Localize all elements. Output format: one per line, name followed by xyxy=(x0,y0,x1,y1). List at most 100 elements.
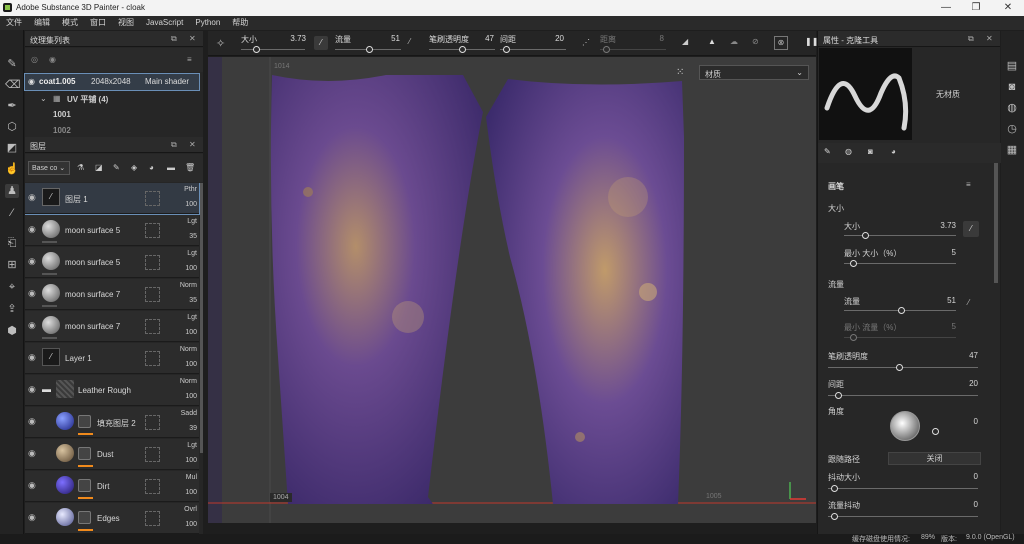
jitter-size-slider[interactable] xyxy=(828,488,978,489)
layer-name[interactable]: moon surface 5 xyxy=(65,226,120,235)
mask-slot[interactable] xyxy=(145,479,160,494)
uv-tile-1001[interactable]: 1001 xyxy=(53,110,71,119)
blend-mode[interactable]: Pthr xyxy=(169,186,197,193)
lazy-mouse-icon[interactable]: ✧ xyxy=(216,37,225,50)
opacity-value[interactable]: 100 xyxy=(169,489,197,496)
chevron-down-icon[interactable]: ⌄ xyxy=(40,94,47,103)
mask-thumbnail[interactable] xyxy=(78,447,91,460)
mask-thumbnail[interactable] xyxy=(78,415,91,428)
eye-icon[interactable]: ◉ xyxy=(28,448,36,459)
opacity-value[interactable]: 100 xyxy=(169,201,197,208)
opacity-value[interactable]: 100 xyxy=(169,521,197,528)
tab-brush-icon[interactable]: ✎ xyxy=(824,147,831,156)
float-panel-icon[interactable]: ⧉ xyxy=(968,34,974,44)
transform-icon[interactable]: ⊞ xyxy=(5,258,19,272)
maximize-button[interactable]: ❐ xyxy=(962,1,990,14)
mask-slot[interactable] xyxy=(145,447,160,462)
stroke-opacity-slider[interactable] xyxy=(828,367,978,368)
angle-value[interactable]: 0 xyxy=(948,417,978,426)
viewport-2d[interactable]: 1014 1004 1005 ⁙ 材质 ⌄ xyxy=(208,57,816,523)
mask-thumbnail[interactable] xyxy=(78,511,91,524)
mask-slot[interactable] xyxy=(145,191,160,206)
view-options-icon[interactable]: ⁙ xyxy=(676,67,684,78)
opacity-value[interactable]: 100 xyxy=(169,393,197,400)
mask-slot[interactable] xyxy=(145,415,160,430)
stroke-opacity-value[interactable]: 47 xyxy=(948,351,978,360)
brush-preview[interactable] xyxy=(819,48,912,140)
section-menu-icon[interactable]: ≡ xyxy=(966,180,971,189)
layer-row[interactable]: ◉ ⁄ 图层 1 Pthr 100 xyxy=(25,183,200,215)
toolbar-size-slider[interactable] xyxy=(241,49,305,50)
layer-name[interactable]: Leather Rough xyxy=(78,386,131,395)
toolbar-distance-knob[interactable] xyxy=(603,46,610,53)
tab-stencil-icon[interactable]: ◙ xyxy=(868,147,873,156)
measure-icon[interactable]: ⌖ xyxy=(5,280,19,294)
min-flow-slider-knob[interactable] xyxy=(850,334,857,341)
layer-row[interactable]: ◉ Dirt Mul 100 xyxy=(25,471,199,502)
eye-icon[interactable]: ◉ xyxy=(28,256,36,267)
layer-name[interactable]: Layer 1 xyxy=(65,354,92,363)
jitter-size-value[interactable]: 0 xyxy=(948,472,978,481)
add-folder-icon[interactable]: ▬ xyxy=(167,163,175,172)
texture-set-eye-icon[interactable]: ◉ xyxy=(28,77,35,86)
opacity-value[interactable]: 39 xyxy=(169,425,197,432)
flow-pressure-icon[interactable]: ⁄ xyxy=(409,37,410,46)
layer-row[interactable]: ◉ ⁄ Layer 1 Norm 100 xyxy=(25,343,199,374)
toolbar-flow-knob[interactable] xyxy=(366,46,373,53)
tab-material-icon[interactable]: ◕ xyxy=(891,147,896,156)
add-mask-icon[interactable]: ◪ xyxy=(95,163,103,172)
close-panel-icon[interactable]: ✕ xyxy=(189,140,196,149)
eye-icon[interactable]: ◉ xyxy=(28,480,36,491)
min-flow-value[interactable]: 5 xyxy=(926,322,956,331)
display-settings-icon[interactable]: ◙ xyxy=(1005,80,1019,94)
menu-javascript[interactable]: JavaScript xyxy=(140,16,189,30)
flow-pressure-icon[interactable]: ⁄ xyxy=(968,298,969,307)
cube-icon[interactable]: ⬢ xyxy=(5,324,19,338)
layer-row[interactable]: ◉ ▬ Leather Rough Norm 100 xyxy=(25,375,199,406)
eraser-icon[interactable]: ⌫ xyxy=(5,78,21,92)
delete-layer-icon[interactable]: 🗑 xyxy=(185,163,195,172)
visibility-toggle-icon[interactable]: ⊗ xyxy=(774,36,788,50)
layer-name[interactable]: moon surface 7 xyxy=(65,290,120,299)
flow-jitter-slider[interactable] xyxy=(828,516,978,517)
layer-name[interactable]: moon surface 7 xyxy=(65,322,120,331)
texture-set-item[interactable]: ◉ coat1.005 2048x2048 Main shader xyxy=(24,73,200,91)
symmetry-icon[interactable]: ▲ xyxy=(708,37,716,46)
minimize-button[interactable]: — xyxy=(932,1,960,14)
blend-mode[interactable]: Lgt xyxy=(169,250,197,257)
texture-set-settings-icon[interactable]: ▤ xyxy=(1005,59,1019,73)
spacing-slider[interactable] xyxy=(828,395,978,396)
layer-row[interactable]: ◉ Edges Ovrl 100 xyxy=(25,503,199,534)
bake-icon[interactable]: ⎗ xyxy=(5,236,19,250)
material-dropdown[interactable]: 材质 ⌄ xyxy=(699,65,809,80)
mask-thumbnail[interactable] xyxy=(78,479,91,492)
size-slider-knob[interactable] xyxy=(862,232,869,239)
mask-slot[interactable] xyxy=(145,223,160,238)
spacing-value[interactable]: 20 xyxy=(948,379,978,388)
toolbar-spacing-value[interactable]: 20 xyxy=(540,34,564,43)
flow-jitter-value[interactable]: 0 xyxy=(948,500,978,509)
layer-name[interactable]: 填充图层 2 xyxy=(97,418,136,429)
mask-slot[interactable] xyxy=(145,511,160,526)
blend-mode[interactable]: Norm xyxy=(169,378,197,385)
toolbar-spacing-knob[interactable] xyxy=(503,46,510,53)
menu-python[interactable]: Python xyxy=(189,16,226,30)
toolbar-size-value[interactable]: 3.73 xyxy=(278,34,306,43)
blend-mode[interactable]: Norm xyxy=(169,282,197,289)
layers-scrollbar[interactable] xyxy=(200,183,203,453)
geometry-mask-icon[interactable]: ⬡ xyxy=(5,120,19,134)
shader-settings-icon[interactable]: ◍ xyxy=(1005,101,1019,115)
add-material-icon[interactable]: ◕ xyxy=(149,163,154,172)
close-panel-icon[interactable]: ✕ xyxy=(986,34,993,43)
menu-icon[interactable]: ≡ xyxy=(187,55,192,64)
opacity-value[interactable]: 35 xyxy=(169,233,197,240)
size-value[interactable]: 3.73 xyxy=(926,221,956,230)
min-flow-slider[interactable] xyxy=(844,337,956,338)
alignment-icon[interactable]: ◢ xyxy=(682,37,688,46)
blend-mode[interactable]: Sadd xyxy=(169,410,197,417)
layer-row[interactable]: ◉ Dust Lgt 100 xyxy=(25,439,199,470)
hide-icon[interactable]: ⊘ xyxy=(752,37,759,46)
size-pressure-icon[interactable]: ⁄ xyxy=(963,221,979,237)
eye-icon[interactable]: ◉ xyxy=(28,384,36,395)
uv-tile-1002[interactable]: 1002 xyxy=(53,126,71,135)
